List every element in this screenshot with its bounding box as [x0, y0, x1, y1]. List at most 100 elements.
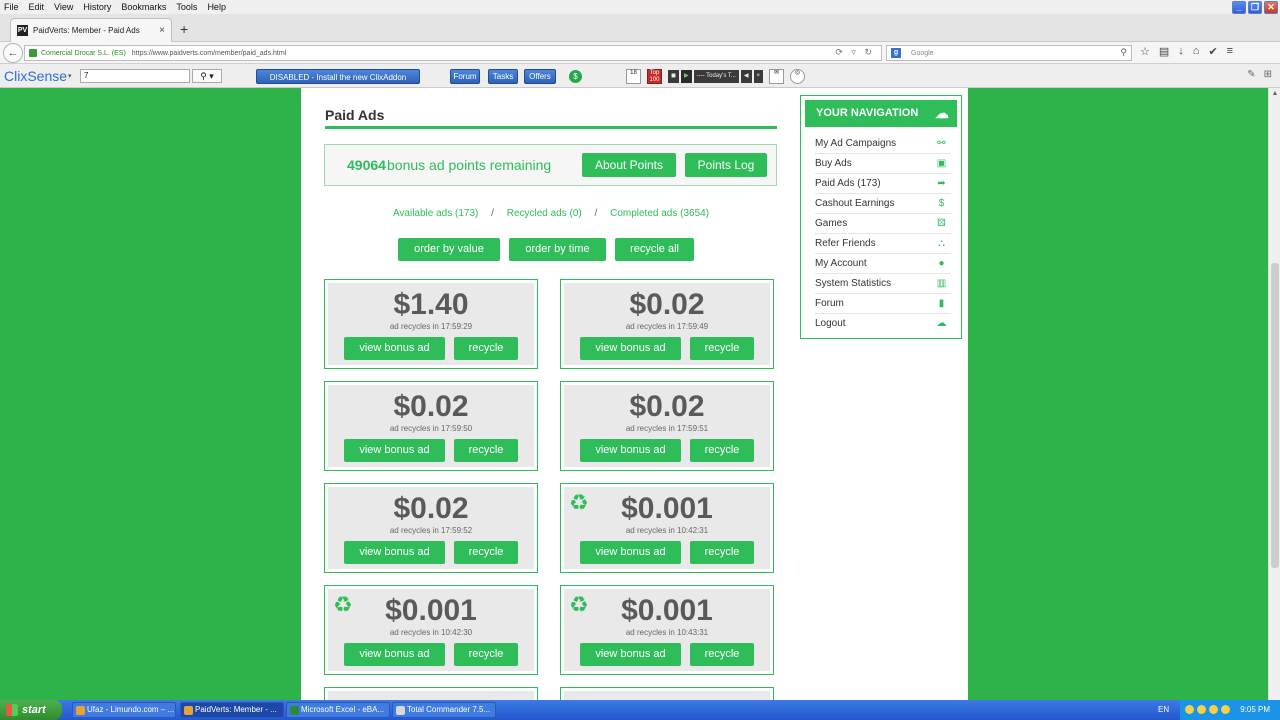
- recycle-button[interactable]: recycle: [454, 439, 518, 462]
- calendar-icon[interactable]: 18: [626, 69, 641, 84]
- nav-my-ad-campaigns[interactable]: My Ad Campaigns ⚯: [815, 134, 951, 154]
- tasks-button[interactable]: Tasks: [488, 69, 518, 84]
- view-bonus-ad-button[interactable]: view bonus ad: [580, 541, 681, 564]
- recycle-button[interactable]: recycle: [454, 643, 518, 666]
- menu-edit[interactable]: Edit: [29, 2, 45, 12]
- nav-my-account[interactable]: My Account ●: [815, 254, 951, 274]
- nav-paid-ads[interactable]: Paid Ads (173) ➦: [815, 174, 951, 194]
- top100-icon[interactable]: Top 100: [647, 69, 662, 84]
- taskbar-item[interactable]: Ufaz - Limundo.com – ...: [72, 702, 176, 718]
- new-tab-button[interactable]: +: [180, 21, 188, 37]
- clixsense-select[interactable]: 7: [80, 69, 190, 83]
- clixsense-logo[interactable]: ClixSense: [4, 68, 67, 84]
- order-by-value-button[interactable]: order by value: [398, 238, 500, 261]
- browser-tab[interactable]: PV PaidVerts: Member - Paid Ads ×: [10, 18, 172, 42]
- chevron-down-icon[interactable]: ▾: [68, 72, 72, 80]
- download-icon[interactable]: ↓: [1178, 45, 1184, 58]
- ad-card: ♻ $0.001 ad recycles in 10:42:30 view bo…: [324, 585, 538, 675]
- scrollbar[interactable]: ▲: [1268, 88, 1280, 700]
- search-icon[interactable]: ⚲: [1120, 47, 1127, 58]
- wrench-icon[interactable]: ✎: [1247, 69, 1255, 80]
- tab-close-icon[interactable]: ×: [159, 25, 165, 36]
- available-ads-link[interactable]: Available ads (173): [393, 208, 478, 219]
- addon-icons: 18 Top 100 ◼ ▶ ---- Today's T... ◀ × ✉ ◎: [626, 69, 806, 84]
- points-log-button[interactable]: Points Log: [685, 153, 767, 177]
- disabled-addon-button[interactable]: DISABLED - Install the new ClixAddon: [256, 69, 420, 84]
- menu-icon[interactable]: ≡: [1227, 45, 1233, 58]
- mute-icon[interactable]: ×: [753, 70, 764, 83]
- recycle-button[interactable]: recycle: [454, 541, 518, 564]
- taskbar-item[interactable]: Microsoft Excel - eBA...: [286, 702, 390, 718]
- scroll-up-icon[interactable]: ▲: [1269, 88, 1280, 100]
- nav-logout[interactable]: Logout ☁: [815, 314, 951, 334]
- tray-icon[interactable]: [1197, 705, 1206, 714]
- windows-logo-icon: [6, 704, 18, 716]
- menu-view[interactable]: View: [54, 2, 73, 12]
- mail-icon[interactable]: ✉: [769, 69, 785, 84]
- menu-bookmarks[interactable]: Bookmarks: [121, 2, 166, 12]
- menu-history[interactable]: History: [83, 2, 111, 12]
- taskbar-item[interactable]: Total Commander 7.5...: [392, 702, 496, 718]
- view-bonus-ad-button[interactable]: view bonus ad: [580, 337, 681, 360]
- bookmark-star-icon[interactable]: ☆: [1140, 45, 1150, 58]
- url-field[interactable]: Comercial Drocar S.L. (ES) https://www.p…: [24, 45, 882, 61]
- recycle-button[interactable]: recycle: [690, 643, 754, 666]
- view-bonus-ad-button[interactable]: view bonus ad: [580, 643, 681, 666]
- taskbar-item[interactable]: PaidVerts: Member - ...: [180, 702, 284, 718]
- plus-icon[interactable]: ⊞: [1264, 69, 1272, 80]
- stop-icon[interactable]: ◼: [668, 70, 679, 83]
- offers-button[interactable]: Offers: [524, 69, 556, 84]
- recycle-button[interactable]: recycle: [454, 337, 518, 360]
- site-identity[interactable]: Comercial Drocar S.L. (ES): [41, 50, 126, 57]
- volume-icon[interactable]: ◀: [740, 70, 752, 83]
- search-field[interactable]: g Google ⚲: [886, 45, 1132, 61]
- nav-buy-ads[interactable]: Buy Ads ▣: [815, 154, 951, 174]
- view-bonus-ad-button[interactable]: view bonus ad: [580, 439, 681, 462]
- view-bonus-ad-button[interactable]: view bonus ad: [344, 439, 445, 462]
- forum-button[interactable]: Forum: [450, 69, 480, 84]
- menu-file[interactable]: File: [4, 2, 19, 12]
- nav-forum[interactable]: Forum ▮: [815, 294, 951, 314]
- recycle-button[interactable]: recycle: [690, 439, 754, 462]
- scroll-thumb[interactable]: [1271, 263, 1279, 568]
- menu-help[interactable]: Help: [207, 2, 226, 12]
- tray-icon[interactable]: [1185, 705, 1194, 714]
- globe-icon[interactable]: ◎: [790, 69, 806, 84]
- recycled-ads-link[interactable]: Recycled ads (0): [507, 208, 582, 219]
- recycle-all-button[interactable]: recycle all: [615, 238, 694, 261]
- minimize-button[interactable]: _: [1232, 1, 1246, 14]
- nav-cashout-earnings[interactable]: Cashout Earnings $: [815, 194, 951, 214]
- view-bonus-ad-button[interactable]: view bonus ad: [344, 643, 445, 666]
- recycle-button[interactable]: recycle: [690, 337, 754, 360]
- clipboard-icon[interactable]: ▤: [1159, 45, 1169, 58]
- view-bonus-ad-button[interactable]: view bonus ad: [344, 337, 445, 360]
- close-window-button[interactable]: ✕: [1264, 1, 1278, 14]
- url-text[interactable]: https://www.paidverts.com/member/paid_ad…: [132, 50, 286, 57]
- nav-games[interactable]: Games ⚄: [815, 214, 951, 234]
- about-points-button[interactable]: About Points: [582, 153, 676, 177]
- menu-tools[interactable]: Tools: [176, 2, 197, 12]
- start-button[interactable]: start: [0, 700, 62, 720]
- addon-icon[interactable]: ✔: [1208, 45, 1217, 58]
- ad-filters: Available ads (173) / Recycled ads (0) /…: [325, 208, 777, 219]
- view-bonus-ad-button[interactable]: view bonus ad: [344, 541, 445, 564]
- clock[interactable]: 9:05 PM: [1240, 700, 1270, 720]
- clixsense-search-icon[interactable]: ⚲ ▾: [192, 69, 222, 83]
- nav-system-statistics[interactable]: System Statistics ▥: [815, 274, 951, 294]
- tray-icon[interactable]: [1221, 705, 1230, 714]
- dollar-icon[interactable]: $: [569, 70, 582, 83]
- nav-refer-friends[interactable]: Refer Friends ⛬: [815, 234, 951, 254]
- restore-button[interactable]: ❐: [1248, 1, 1262, 14]
- home-icon[interactable]: ⌂: [1193, 45, 1200, 58]
- taskbar-item-label: Microsoft Excel - eBA...: [301, 705, 385, 714]
- player-label[interactable]: ---- Today's T...: [693, 70, 739, 83]
- tray-icon[interactable]: [1209, 705, 1218, 714]
- language-indicator[interactable]: EN: [1158, 700, 1169, 720]
- ad-price: $0.001: [385, 594, 477, 627]
- back-button[interactable]: ←: [3, 43, 23, 63]
- recycle-button[interactable]: recycle: [690, 541, 754, 564]
- reload-icon[interactable]: ⟳ ▿ ↻: [835, 47, 875, 58]
- completed-ads-link[interactable]: Completed ads (3654): [610, 208, 709, 219]
- play-icon[interactable]: ▶: [680, 70, 692, 83]
- order-by-time-button[interactable]: order by time: [509, 238, 606, 261]
